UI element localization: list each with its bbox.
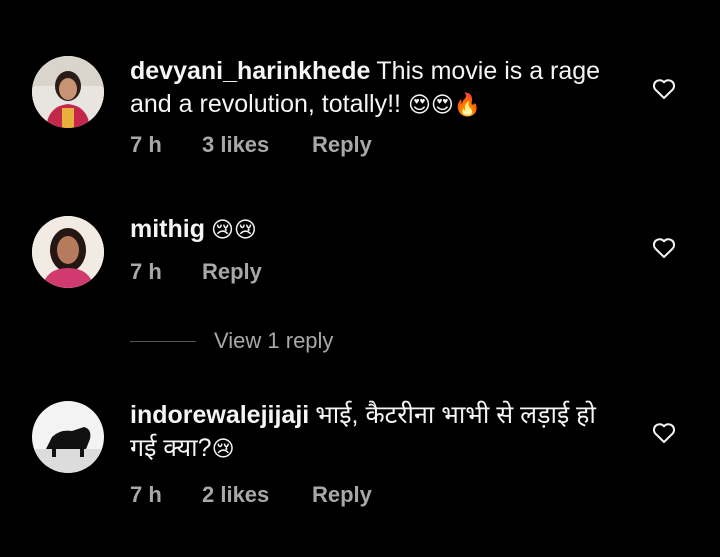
- comment-emojis: 😢: [211, 436, 235, 461]
- comment-username[interactable]: devyani_harinkhede: [130, 57, 370, 85]
- heart-outline-icon[interactable]: [652, 237, 676, 259]
- comment-likes[interactable]: 2 likes: [202, 482, 312, 508]
- comment-time: 7 h: [130, 259, 162, 284]
- comment-meta: 7 h 3 likes Reply: [130, 132, 372, 158]
- heart-outline-icon[interactable]: [652, 78, 676, 100]
- comment-meta: 7 h Reply: [130, 259, 262, 285]
- comment-meta: 7 h 2 likes Reply: [130, 482, 372, 508]
- comment-emojis: 😢😢: [211, 217, 257, 242]
- comment-time: 7 h: [130, 132, 162, 157]
- view-replies-label[interactable]: View 1 reply: [214, 328, 333, 354]
- comment-username[interactable]: mithig: [130, 215, 205, 243]
- reply-button[interactable]: Reply: [202, 259, 262, 285]
- comment-likes[interactable]: 3 likes: [202, 132, 312, 158]
- comment-time: 7 h: [130, 482, 162, 507]
- comment-emojis: 😍😍🔥: [407, 92, 482, 117]
- view-replies-button[interactable]: View 1 reply: [130, 328, 333, 354]
- comment-body: devyani_harinkhede This movie is a rage a…: [130, 55, 620, 121]
- reply-button[interactable]: Reply: [312, 482, 372, 508]
- comment-body: mithig 😢😢: [130, 213, 620, 246]
- avatar[interactable]: [32, 56, 104, 128]
- avatar[interactable]: [32, 216, 104, 288]
- reply-button[interactable]: Reply: [312, 132, 372, 158]
- divider: [130, 340, 196, 342]
- comment-body: indorewalejijaji भाई, कैटरीना भाभी से लड़…: [130, 399, 620, 465]
- heart-outline-icon[interactable]: [652, 422, 676, 444]
- avatar[interactable]: [32, 401, 104, 473]
- comment-username[interactable]: indorewalejijaji: [130, 401, 309, 429]
